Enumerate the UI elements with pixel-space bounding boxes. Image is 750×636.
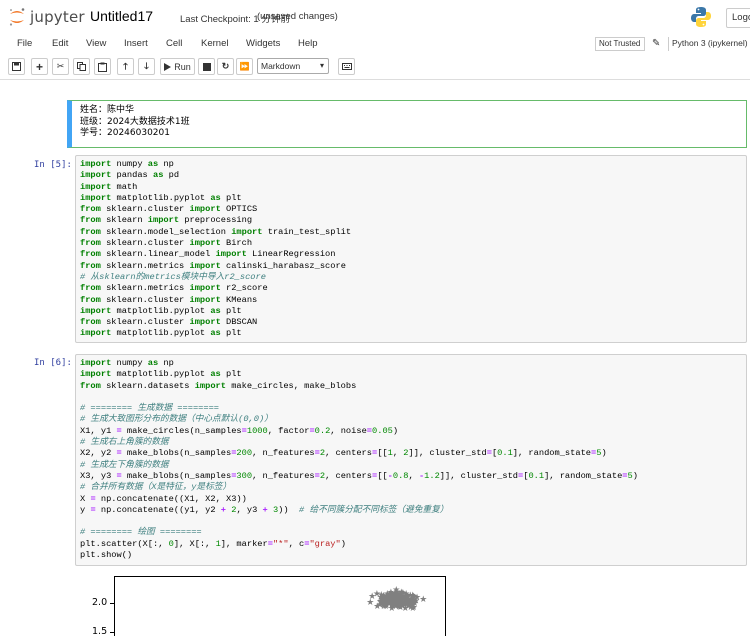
save-button[interactable] [8,58,25,75]
menu-insert[interactable]: Insert [124,38,148,49]
stop-icon [202,62,211,71]
code-cell-input[interactable]: import numpy as np import pandas as pd i… [75,155,747,343]
code-editor[interactable]: import numpy as np import pandas as pd i… [76,156,746,340]
python-logo-icon [691,7,711,27]
student-class: 班级：2024大数据技术1班 [80,116,190,127]
restart-button[interactable]: ↻ [217,58,234,75]
markdown-content: 姓名：陈中华 班级：2024大数据技术1班 学号：20246030201 [80,105,190,140]
scatter-point: ★ [384,595,392,605]
menu-widgets[interactable]: Widgets [246,38,280,49]
run-label: Run [174,61,191,72]
interrupt-button[interactable] [198,58,215,75]
scatter-point: ★ [419,595,427,605]
notebook-title[interactable]: Untitled17 [90,8,153,24]
scatter-plot-area: ★ ★★★★★★★★★★★ ★★★★★★★★ ★ ★★★★★ ★★★★★★★★ ★★★★★★… [366,586,427,615]
restart-icon: ↻ [221,61,230,71]
fast-forward-icon: ⏩ [239,62,250,71]
scatter-point: ★ [409,593,417,603]
move-down-button[interactable]: 🡓 [138,58,155,75]
command-palette-button[interactable] [338,58,355,75]
scatter-plot-output: ★ ★ ★ ★ ★ ★ ★ ★ ★ ★ ★ ★ ★ ★ ★ ★ ★ ★ ★ ★ ★ ★ ★ ★ ★ ★ ★ ★ ★ ★ ★ ★ ★ ★ ★ ★ ★ ★ ★ ★… [114,576,446,636]
cell-type-select[interactable]: Markdown ▾ [257,58,329,74]
run-button[interactable]: Run [160,58,195,75]
copy-icon [77,62,86,71]
cut-button[interactable]: ✂ [52,58,69,75]
play-icon [164,62,172,71]
jupyter-logo-text: jupyter [30,8,85,26]
cell-type-value: Markdown [261,61,301,71]
menu-help[interactable]: Help [298,38,318,49]
markdown-cell[interactable]: 姓名：陈中华 班级：2024大数据技术1班 学号：20246030201 [67,100,747,148]
kernel-indicator[interactable]: Python 3 (ipykernel) [668,37,748,51]
insert-cell-button[interactable]: + [31,58,48,75]
autosave-status: (unsaved changes) [257,11,338,22]
logout-button[interactable]: Logo [726,8,750,28]
paste-button[interactable] [94,58,111,75]
jupyter-logo[interactable]: jupyter [8,7,85,27]
chevron-down-icon: ▾ [319,61,324,70]
plus-icon: + [35,59,43,74]
not-trusted-button[interactable]: Not Trusted [595,37,645,51]
code-editor[interactable]: import numpy as np import matplotlib.pyp… [76,355,746,561]
restart-run-all-button[interactable]: ⏩ [236,58,253,75]
jupyter-logo-icon [9,8,25,26]
student-name: 姓名：陈中华 [80,105,135,115]
cell-prompt: In [6]: [34,358,72,368]
ytick-mark [110,632,114,633]
pencil-icon[interactable]: ✎ [652,38,660,49]
ytick-label: 2.0 [92,597,108,608]
arrow-up-icon: 🡑 [123,60,128,71]
student-id: 学号：20246030201 [80,128,170,138]
code-cell-input[interactable]: import numpy as np import matplotlib.pyp… [75,354,747,566]
menu-file[interactable]: File [17,38,32,49]
keyboard-icon [341,63,352,70]
save-icon [12,62,21,71]
notebook-header: jupyter Untitled17 Last Checkpoint: 1 分钟… [0,0,750,34]
move-up-button[interactable]: 🡑 [117,58,134,75]
paste-icon [98,62,107,72]
cell-prompt: In [5]: [34,160,72,170]
scatter-point: ★ [401,595,409,605]
arrow-down-icon: 🡓 [144,60,149,71]
scissors-icon: ✂ [56,61,65,71]
menu-cell[interactable]: Cell [166,38,182,49]
menu-view[interactable]: View [86,38,106,49]
ytick-mark [110,603,114,604]
toolbar: + ✂ 🡑 🡓 Run ↻ ⏩ [0,54,750,80]
copy-button[interactable] [73,58,90,75]
menu-edit[interactable]: Edit [52,38,68,49]
ytick-label: 1.5 [92,626,108,636]
menu-kernel[interactable]: Kernel [201,38,228,49]
